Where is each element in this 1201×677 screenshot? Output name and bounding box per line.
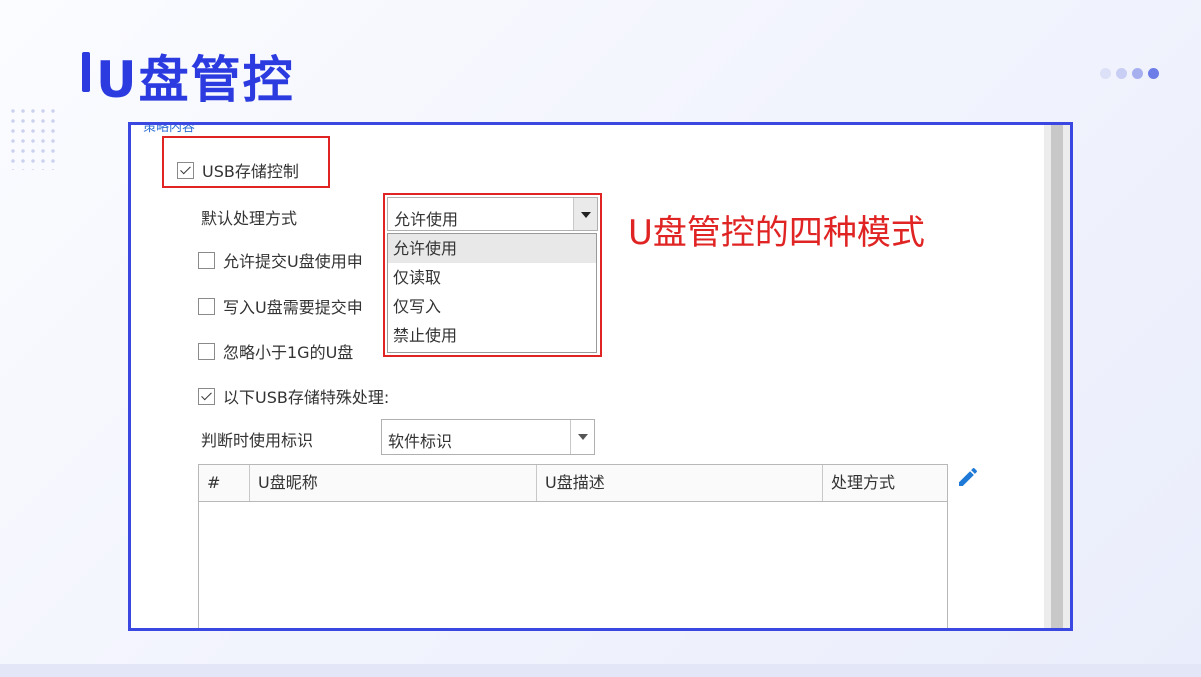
option-ignore-small-checkbox[interactable]	[198, 342, 215, 360]
identify-select[interactable]: 软件标识	[381, 419, 595, 455]
option-ignore-small[interactable]: 忽略小于1G的U盘	[198, 339, 353, 363]
option-write-apply[interactable]: 写入U盘需要提交申	[198, 294, 363, 318]
chevron-down-icon[interactable]	[570, 420, 594, 454]
annotation-text: U盘管控的四种模式	[628, 213, 925, 253]
option-special-handling[interactable]: 以下USB存储特殊处理:	[198, 384, 389, 408]
option-special-handling-checkbox[interactable]	[198, 387, 215, 405]
column-header-nickname[interactable]: U盘昵称	[250, 465, 537, 501]
option-ignore-small-label: 忽略小于1G的U盘	[223, 343, 354, 362]
option-allow-apply-checkbox[interactable]	[198, 251, 215, 269]
decorative-dots-grid	[8, 106, 58, 170]
default-handling-label: 默认处理方式	[201, 209, 298, 228]
identify-value: 软件标识	[388, 432, 453, 451]
option-allow-apply-label: 允许提交U盘使用申	[223, 252, 363, 271]
scrollbar[interactable]	[1044, 125, 1070, 628]
option-write-apply-checkbox[interactable]	[198, 297, 215, 315]
screenshot-frame: 策略内容 USB存储控制 默认处理方式 允许使用 允许使用 仅读取 仅写入 禁止…	[128, 122, 1073, 631]
bottom-strip	[0, 664, 1201, 677]
option-write-apply-label: 写入U盘需要提交申	[223, 298, 363, 317]
section-header: 策略内容	[143, 122, 196, 135]
dropdown-highlight-box	[383, 193, 602, 357]
option-special-handling-label: 以下USB存储特殊处理:	[223, 388, 390, 407]
page-title: U盘管控	[96, 51, 295, 109]
usb-storage-control-label: USB存储控制	[202, 162, 299, 181]
column-header-index[interactable]: #	[199, 465, 250, 501]
decorative-dots-row	[1100, 68, 1159, 79]
table-header: # U盘昵称 U盘描述 处理方式	[199, 465, 947, 502]
option-allow-apply[interactable]: 允许提交U盘使用申	[198, 248, 363, 272]
usb-storage-control-checkbox[interactable]	[177, 161, 194, 179]
usb-table: # U盘昵称 U盘描述 处理方式	[198, 464, 948, 628]
identify-label: 判断时使用标识	[201, 431, 314, 450]
column-header-handling[interactable]: 处理方式	[823, 465, 948, 501]
title-accent-bar	[82, 52, 90, 92]
column-header-description[interactable]: U盘描述	[537, 465, 823, 501]
pencil-icon[interactable]	[956, 465, 980, 489]
usb-storage-control-option[interactable]: USB存储控制	[177, 158, 299, 182]
scrollbar-thumb[interactable]	[1051, 125, 1063, 628]
